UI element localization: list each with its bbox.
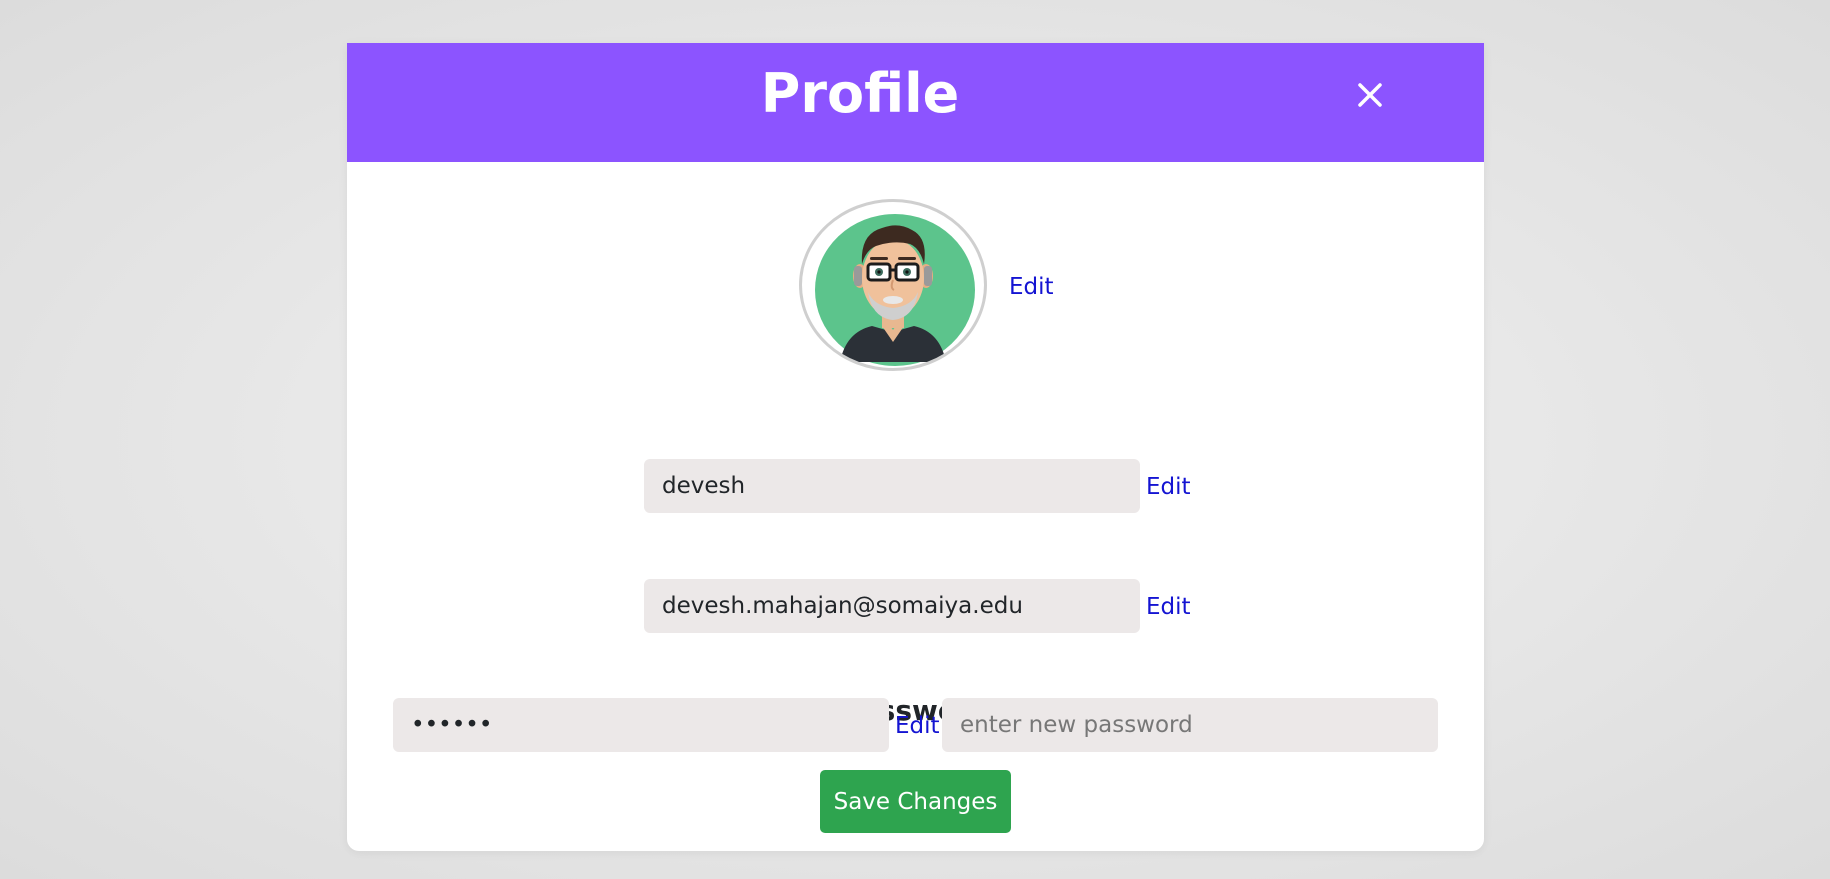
username-edit-link[interactable]: Edit	[1146, 473, 1191, 501]
avatar	[799, 199, 987, 371]
modal-title: Profile	[760, 62, 960, 125]
email-edit-link[interactable]: Edit	[1146, 593, 1191, 621]
password-input[interactable]	[393, 698, 889, 752]
modal-header: Profile	[347, 43, 1484, 162]
close-button[interactable]	[1350, 75, 1390, 115]
password-edit-link[interactable]: Edit	[895, 712, 940, 740]
avatar-edit-link[interactable]: Edit	[1009, 273, 1054, 301]
username-input[interactable]	[644, 459, 1140, 513]
email-input[interactable]	[644, 579, 1140, 633]
avatar-icon	[805, 205, 981, 366]
new-password-input[interactable]	[942, 698, 1438, 752]
close-icon	[1358, 83, 1382, 107]
save-changes-button[interactable]: Save Changes	[820, 770, 1011, 833]
profile-modal: Profile Edit devesh Edit devesh.mahajan@…	[347, 43, 1484, 851]
